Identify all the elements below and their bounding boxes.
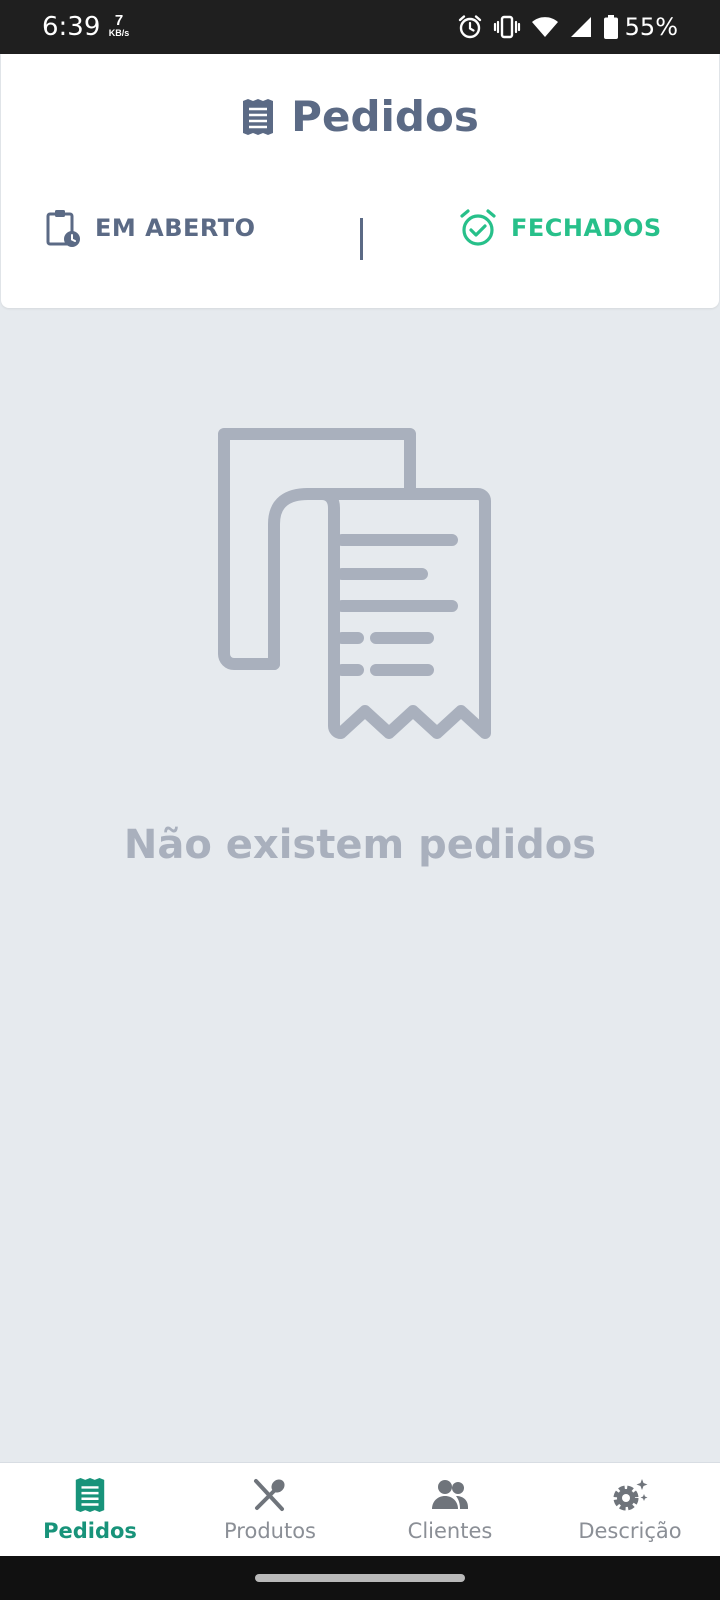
tab-em-aberto-label: EM ABERTO: [95, 214, 256, 242]
network-speed-value: 7: [114, 12, 124, 29]
page-title: Pedidos: [291, 92, 479, 141]
status-time: 6:39: [42, 12, 101, 42]
receipt-icon: [75, 1477, 105, 1513]
alarm-icon: [458, 15, 481, 39]
users-icon: [432, 1480, 468, 1509]
network-speed-unit: KB/s: [108, 28, 130, 38]
tab-divider: [360, 218, 363, 260]
receipt-icon: [243, 98, 274, 135]
battery-icon: [603, 15, 618, 39]
nav-item-pedidos[interactable]: Pedidos: [0, 1463, 180, 1556]
tab-fechados[interactable]: FECHADOS: [459, 208, 662, 248]
status-icons: 55%: [457, 13, 678, 41]
orders-header-card: Pedidos EM ABERTO FECHADOS: [1, 54, 719, 308]
nav-item-produtos[interactable]: Produtos: [180, 1463, 360, 1556]
status-bar: 6:39 7 KB/s 55%: [0, 0, 720, 54]
vibrate-icon: [493, 15, 520, 39]
receipts-illustration: [218, 428, 491, 739]
nav-label-clientes: Clientes: [407, 1519, 493, 1543]
tab-fechados-label: FECHADOS: [511, 214, 662, 242]
nav-label-pedidos: Pedidos: [43, 1519, 137, 1543]
network-speed: 7 KB/s: [106, 13, 132, 38]
alarm-check-icon: [460, 209, 496, 246]
nav-label-descricao: Descrição: [578, 1519, 682, 1543]
system-nav-bar: [0, 1556, 720, 1600]
nav-item-clientes[interactable]: Clientes: [360, 1463, 540, 1556]
utensils-icon: [254, 1479, 285, 1511]
battery-percentage: 55%: [624, 13, 678, 41]
wifi-icon: [531, 17, 558, 37]
bottom-nav: Pedidos Produtos Clientes Descrição: [0, 1462, 720, 1556]
signal-icon: [570, 17, 591, 37]
tab-em-aberto[interactable]: EM ABERTO: [45, 208, 256, 248]
home-gesture-handle[interactable]: [255, 1574, 465, 1582]
empty-state-message: Não existem pedidos: [123, 822, 597, 868]
nav-label-produtos: Produtos: [224, 1519, 316, 1543]
gear-sparkle-icon: [613, 1479, 648, 1511]
page-title-row: Pedidos: [1, 92, 719, 141]
clipboard-clock-icon: [46, 210, 80, 247]
nav-item-descricao[interactable]: Descrição: [540, 1463, 720, 1556]
